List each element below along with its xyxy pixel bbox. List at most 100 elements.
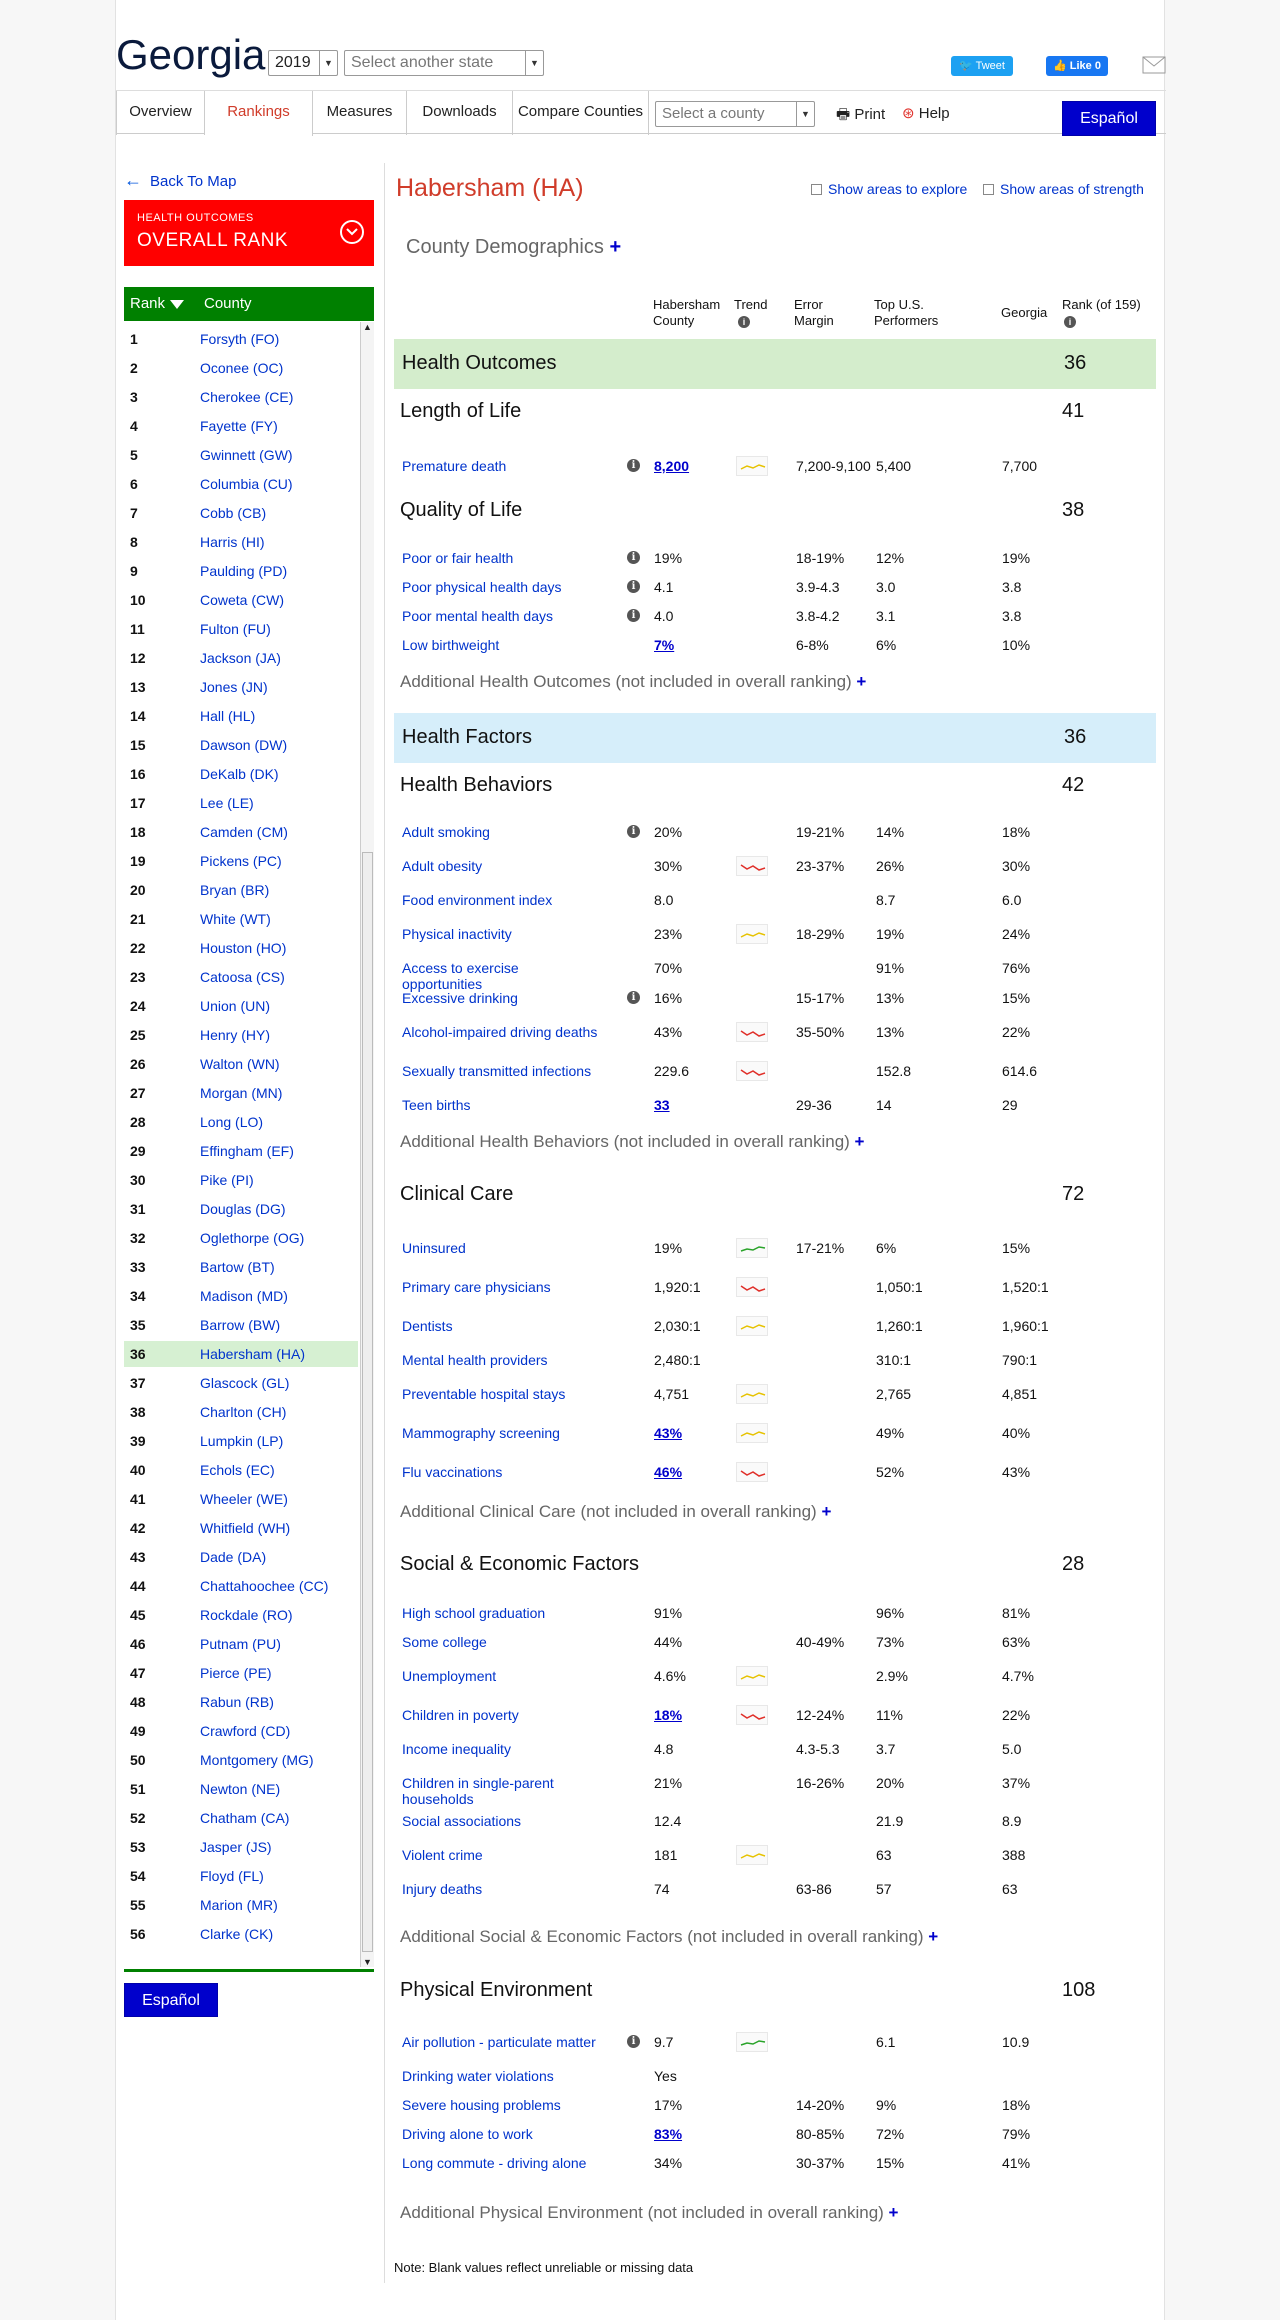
trend-graph-icon[interactable]	[736, 1423, 768, 1443]
measure-label-link[interactable]: Poor or fair health	[402, 550, 602, 566]
measure-label-link[interactable]: Unemployment	[402, 1668, 602, 1684]
measure-label-link[interactable]: Low birthweight	[402, 637, 602, 653]
county-link[interactable]: Lee (LE)	[200, 790, 254, 816]
measure-label-link[interactable]: Social associations	[402, 1813, 602, 1829]
rank-column-header[interactable]: Rank	[130, 295, 165, 312]
info-icon[interactable]: i	[627, 825, 640, 838]
like-button[interactable]: 👍 Like 0	[1046, 56, 1108, 76]
measure-label-link[interactable]: Air pollution - particulate matter	[402, 2034, 602, 2050]
state-select[interactable]: Select another state ▼	[344, 50, 544, 76]
additional-physical-toggle[interactable]: Additional Physical Environment (not inc…	[400, 2203, 898, 2223]
measure-label-link[interactable]: High school graduation	[402, 1605, 602, 1621]
info-icon[interactable]: i	[627, 609, 640, 622]
trend-graph-icon[interactable]	[736, 1384, 768, 1404]
measure-label-link[interactable]: Some college	[402, 1634, 602, 1650]
county-value-link[interactable]: 33	[654, 1097, 670, 1113]
county-link[interactable]: Cherokee (CE)	[200, 384, 293, 410]
tab-measures[interactable]: Measures	[313, 91, 407, 135]
county-value-link[interactable]: 8,200	[654, 458, 689, 474]
county-link[interactable]: DeKalb (DK)	[200, 761, 279, 787]
checkbox-icon[interactable]	[983, 184, 994, 195]
tab-overview[interactable]: Overview	[116, 91, 205, 135]
county-link[interactable]: Forsyth (FO)	[200, 326, 279, 352]
county-list-item[interactable]: 31 Douglas (DG)	[124, 1196, 358, 1222]
measure-label-link[interactable]: Poor mental health days	[402, 608, 602, 624]
county-list-item[interactable]: 15 Dawson (DW)	[124, 732, 358, 758]
county-value-link[interactable]: 83%	[654, 2126, 682, 2142]
county-list-item[interactable]: 41 Wheeler (WE)	[124, 1486, 358, 1512]
tab-rankings[interactable]: Rankings	[205, 91, 313, 136]
county-column-header[interactable]: County	[204, 295, 252, 312]
county-list-item[interactable]: 17 Lee (LE)	[124, 790, 358, 816]
county-demographics-toggle[interactable]: County Demographics +	[406, 236, 621, 259]
county-link[interactable]: Effingham (EF)	[200, 1138, 294, 1164]
measure-label-link[interactable]: Adult smoking	[402, 824, 602, 840]
trend-graph-icon[interactable]	[736, 1061, 768, 1081]
additional-behaviors-toggle[interactable]: Additional Health Behaviors (not include…	[400, 1132, 864, 1152]
county-list-item[interactable]: 16 DeKalb (DK)	[124, 761, 358, 787]
county-link[interactable]: Cobb (CB)	[200, 500, 266, 526]
tweet-button[interactable]: 🐦 Tweet	[951, 56, 1013, 76]
measure-label-link[interactable]: Physical inactivity	[402, 926, 602, 942]
county-link[interactable]: Wheeler (WE)	[200, 1486, 288, 1512]
info-icon[interactable]: i	[738, 316, 750, 328]
measure-label-link[interactable]: Adult obesity	[402, 858, 602, 874]
county-link[interactable]: Whitfield (WH)	[200, 1515, 290, 1541]
info-icon[interactable]: i	[627, 459, 640, 472]
scroll-down-icon[interactable]: ▼	[363, 1957, 372, 1967]
county-link[interactable]: Dade (DA)	[200, 1544, 266, 1570]
measure-label-link[interactable]: Uninsured	[402, 1240, 602, 1256]
trend-graph-icon[interactable]	[736, 1316, 768, 1336]
county-link[interactable]: Jones (JN)	[200, 674, 268, 700]
county-link[interactable]: Oconee (OC)	[200, 355, 283, 381]
checkbox-icon[interactable]	[811, 184, 822, 195]
trend-graph-icon[interactable]	[736, 1666, 768, 1686]
county-list-item[interactable]: 56 Clarke (CK)	[124, 1921, 358, 1947]
trend-graph-icon[interactable]	[736, 924, 768, 944]
help-button[interactable]: ⊛ Help	[902, 104, 950, 122]
show-areas-of-strength-checkbox[interactable]: Show areas of strength	[983, 181, 1144, 197]
measure-label-link[interactable]: Premature death	[402, 458, 602, 474]
tab-compare-counties[interactable]: Compare Counties	[513, 91, 649, 135]
measure-label-link[interactable]: Drinking water violations	[402, 2068, 602, 2084]
show-areas-to-explore-checkbox[interactable]: Show areas to explore	[811, 181, 967, 197]
county-list-item[interactable]: 4 Fayette (FY)	[124, 413, 358, 439]
measure-label-link[interactable]: Long commute - driving alone	[402, 2155, 602, 2171]
county-list-item[interactable]: 1 Forsyth (FO)	[124, 326, 358, 352]
overall-rank-toggle[interactable]: HEALTH OUTCOMES OVERALL RANK	[124, 200, 374, 266]
espanol-button[interactable]: Español	[1062, 101, 1156, 136]
info-icon[interactable]: i	[627, 551, 640, 564]
trend-graph-icon[interactable]	[736, 1845, 768, 1865]
mail-icon[interactable]	[1142, 56, 1166, 74]
county-link[interactable]: Chattahoochee (CC)	[200, 1573, 328, 1599]
county-list-item[interactable]: 30 Pike (PI)	[124, 1167, 358, 1193]
trend-graph-icon[interactable]	[736, 1462, 768, 1482]
county-list-item[interactable]: 43 Dade (DA)	[124, 1544, 358, 1570]
measure-label-link[interactable]: Dentists	[402, 1318, 602, 1334]
county-list-header[interactable]: Rank County	[124, 287, 374, 321]
measure-label-link[interactable]: Mammography screening	[402, 1425, 602, 1441]
measure-label-link[interactable]: Access to exercise opportunities	[402, 960, 602, 992]
county-link[interactable]: Fayette (FY)	[200, 413, 278, 439]
scroll-up-icon[interactable]: ▲	[363, 322, 372, 332]
county-link[interactable]: Pike (PI)	[200, 1167, 254, 1193]
county-list-item[interactable]: 2 Oconee (OC)	[124, 355, 358, 381]
measure-label-link[interactable]: Income inequality	[402, 1741, 602, 1757]
measure-label-link[interactable]: Sexually transmitted infections	[402, 1063, 602, 1079]
trend-graph-icon[interactable]	[736, 1705, 768, 1725]
measure-label-link[interactable]: Violent crime	[402, 1847, 602, 1863]
additional-social-toggle[interactable]: Additional Social & Economic Factors (no…	[400, 1927, 938, 1947]
county-list-item[interactable]: 29 Effingham (EF)	[124, 1138, 358, 1164]
info-icon[interactable]: i	[627, 580, 640, 593]
info-icon[interactable]: i	[1064, 316, 1076, 328]
county-select[interactable]: Select a county ▼	[655, 101, 815, 127]
measure-label-link[interactable]: Children in single-parent households	[402, 1775, 602, 1807]
county-link[interactable]: Douglas (DG)	[200, 1196, 286, 1222]
additional-outcomes-toggle[interactable]: Additional Health Outcomes (not included…	[400, 672, 866, 692]
county-list-item[interactable]: 7 Cobb (CB)	[124, 500, 358, 526]
info-icon[interactable]: i	[627, 2035, 640, 2048]
additional-clinical-toggle[interactable]: Additional Clinical Care (not included i…	[400, 1502, 831, 1522]
county-list-item[interactable]: 44 Chattahoochee (CC)	[124, 1573, 358, 1599]
trend-graph-icon[interactable]	[736, 456, 768, 476]
trend-graph-icon[interactable]	[736, 1238, 768, 1258]
